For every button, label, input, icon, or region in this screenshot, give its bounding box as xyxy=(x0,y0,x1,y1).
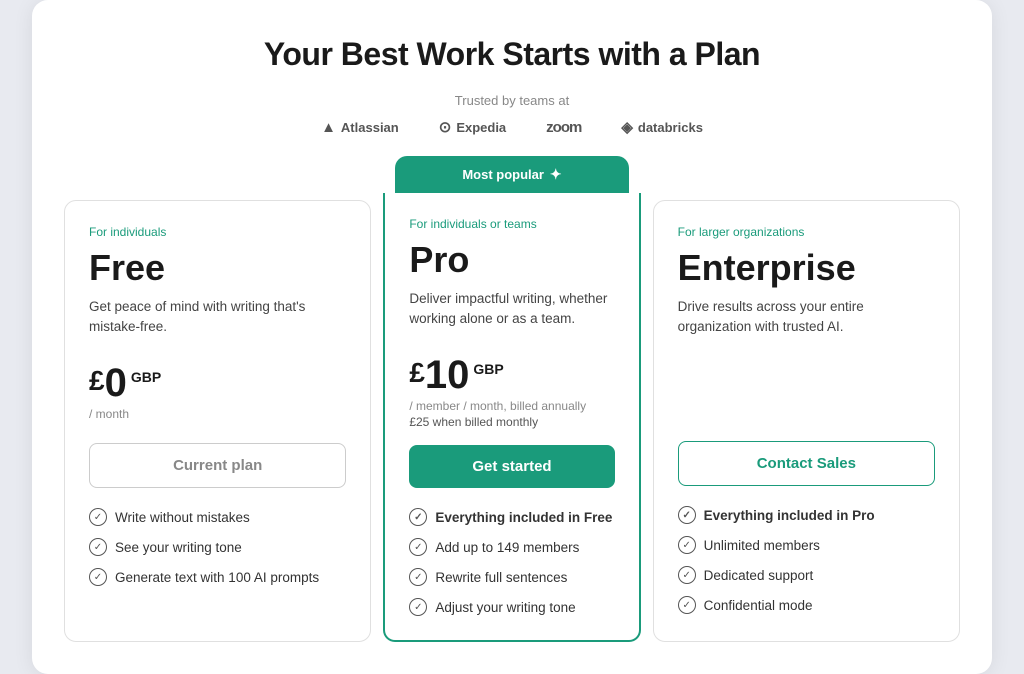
check-icon: ✓ xyxy=(409,568,427,586)
trusted-logos: ▲ Atlassian ⊙ Expedia zoom ◈ databricks xyxy=(64,118,960,136)
pro-features: ✓ Everything included in Free ✓ Add up t… xyxy=(409,508,614,616)
pro-feature-3: ✓ Rewrite full sentences xyxy=(409,568,614,586)
page-title: Your Best Work Starts with a Plan xyxy=(64,36,960,73)
star-icon: ✦ xyxy=(550,166,562,183)
check-icon: ✓ xyxy=(89,538,107,556)
plan-pro: For individuals or teams Pro Deliver imp… xyxy=(383,193,640,642)
enterprise-cta-button[interactable]: Contact Sales xyxy=(678,441,935,486)
pro-name: Pro xyxy=(409,239,614,281)
pro-period: / member / month, billed annually xyxy=(409,399,614,413)
check-icon: ✓ xyxy=(409,598,427,616)
plan-free: For individuals Free Get peace of mind w… xyxy=(64,200,371,642)
check-icon: ✓ xyxy=(678,566,696,584)
free-amount: 0 xyxy=(105,363,127,403)
enterprise-feature-1: ✓ Everything included in Pro xyxy=(678,506,935,524)
databricks-icon: ◈ xyxy=(621,118,633,136)
logo-atlassian: ▲ Atlassian xyxy=(321,119,399,136)
free-features: ✓ Write without mistakes ✓ See your writ… xyxy=(89,508,346,586)
free-suffix: GBP xyxy=(131,369,161,385)
trusted-section: Trusted by teams at ▲ Atlassian ⊙ Expedi… xyxy=(64,93,960,136)
check-icon: ✓ xyxy=(409,508,427,526)
enterprise-features: ✓ Everything included in Pro ✓ Unlimited… xyxy=(678,506,935,614)
check-icon: ✓ xyxy=(89,568,107,586)
plan-enterprise: For larger organizations Enterprise Driv… xyxy=(653,200,960,642)
check-icon: ✓ xyxy=(89,508,107,526)
enterprise-feature-4: ✓ Confidential mode xyxy=(678,596,935,614)
free-name: Free xyxy=(89,247,346,289)
pro-price-row: £ 10 GBP xyxy=(409,355,614,395)
check-icon: ✓ xyxy=(678,506,696,524)
trusted-label: Trusted by teams at xyxy=(64,93,960,108)
check-icon: ✓ xyxy=(678,596,696,614)
pro-description: Deliver impactful writing, whether worki… xyxy=(409,289,614,337)
free-period: / month xyxy=(89,407,346,421)
free-cta-button[interactable]: Current plan xyxy=(89,443,346,488)
pro-currency: £ xyxy=(409,357,425,389)
pricing-card: Your Best Work Starts with a Plan Truste… xyxy=(32,0,992,674)
logo-expedia: ⊙ Expedia xyxy=(439,118,506,136)
check-icon: ✓ xyxy=(678,536,696,554)
enterprise-feature-2: ✓ Unlimited members xyxy=(678,536,935,554)
free-feature-1: ✓ Write without mistakes xyxy=(89,508,346,526)
pro-feature-2: ✓ Add up to 149 members xyxy=(409,538,614,556)
free-description: Get peace of mind with writing that's mi… xyxy=(89,297,346,345)
enterprise-audience: For larger organizations xyxy=(678,225,935,239)
pro-cta-button[interactable]: Get started xyxy=(409,445,614,488)
enterprise-feature-3: ✓ Dedicated support xyxy=(678,566,935,584)
pro-monthly: £25 when billed monthly xyxy=(409,415,614,429)
enterprise-description: Drive results across your entire organiz… xyxy=(678,297,935,345)
expedia-icon: ⊙ xyxy=(439,118,452,136)
atlassian-icon: ▲ xyxy=(321,119,336,136)
free-currency: £ xyxy=(89,365,105,397)
popular-badge: Most popular ✦ xyxy=(395,156,628,193)
pro-suffix: GBP xyxy=(473,361,503,377)
free-audience: For individuals xyxy=(89,225,346,239)
free-price-row: £ 0 GBP xyxy=(89,363,346,403)
enterprise-name: Enterprise xyxy=(678,247,935,289)
pro-audience: For individuals or teams xyxy=(409,217,614,231)
logo-databricks: ◈ databricks xyxy=(621,118,703,136)
free-feature-3: ✓ Generate text with 100 AI prompts xyxy=(89,568,346,586)
pro-feature-1: ✓ Everything included in Free xyxy=(409,508,614,526)
free-feature-2: ✓ See your writing tone xyxy=(89,538,346,556)
pro-amount: 10 xyxy=(425,355,470,395)
check-icon: ✓ xyxy=(409,538,427,556)
logo-zoom: zoom xyxy=(546,119,581,136)
pro-feature-4: ✓ Adjust your writing tone xyxy=(409,598,614,616)
